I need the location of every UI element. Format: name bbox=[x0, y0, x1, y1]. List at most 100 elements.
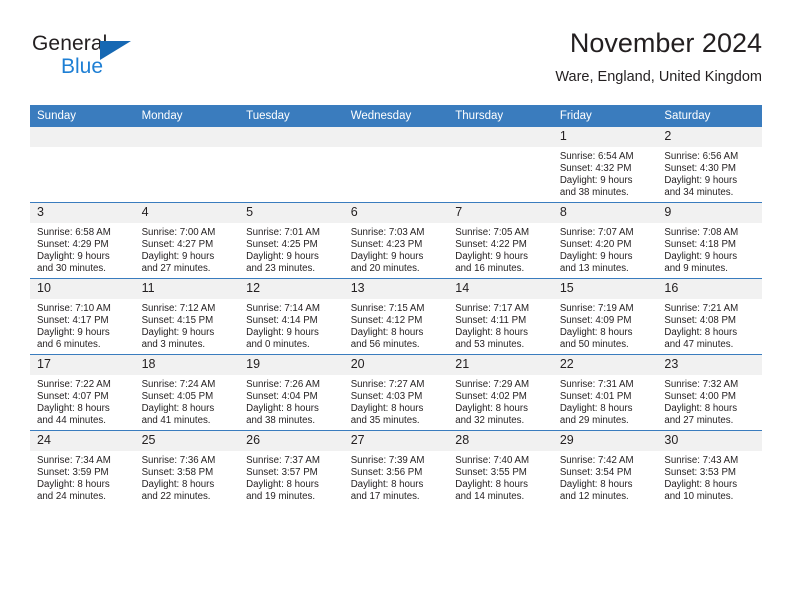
sunrise-text: Sunrise: 7:26 AM bbox=[246, 379, 320, 390]
calendar-day-cell[interactable]: 8 Sunrise: 7:07 AM Sunset: 4:20 PM Daylight… bbox=[552, 202, 658, 279]
calendar-day-cell[interactable]: 14 Sunrise: 7:17 AM Sunset: 4:11 PM Dayligh… bbox=[448, 278, 553, 355]
daylight-text-cont: and 53 minutes. bbox=[455, 338, 525, 350]
daylight-text-cont: and 29 minutes. bbox=[559, 414, 629, 426]
daylight-text-cont: and 24 minutes. bbox=[37, 490, 106, 502]
daylight-text: Daylight: 9 hours bbox=[350, 250, 424, 262]
day-details: Sunrise: 7:22 AM Sunset: 4:07 PM Daylight:… bbox=[30, 375, 135, 427]
daylight-text: Daylight: 8 hours bbox=[37, 402, 110, 414]
calendar-day-cell[interactable]: 10 Sunrise: 7:10 AM Sunset: 4:17 PM Dayligh… bbox=[30, 278, 135, 355]
calendar-day-cell[interactable]: 27 Sunrise: 7:39 AM Sunset: 3:56 PM Dayligh… bbox=[343, 430, 449, 506]
calendar-day-cell[interactable]: 3 Sunrise: 6:58 AM Sunset: 4:29 PM Daylight… bbox=[30, 202, 135, 279]
day-number: 7 bbox=[448, 203, 553, 223]
daylight-text: Daylight: 9 hours bbox=[141, 326, 215, 338]
day-details: Sunrise: 7:32 AM Sunset: 4:00 PM Daylight:… bbox=[657, 375, 762, 427]
calendar-cell-empty bbox=[134, 127, 240, 203]
calendar-week-row: 1 Sunrise: 6:54 AM Sunset: 4:32 PM Daylight… bbox=[30, 127, 762, 203]
day-number: 1 bbox=[552, 127, 658, 147]
calendar-day-cell[interactable]: 4 Sunrise: 7:00 AM Sunset: 4:27 PM Daylight… bbox=[134, 202, 240, 279]
calendar-week-row: 10 Sunrise: 7:10 AM Sunset: 4:17 PM Dayligh… bbox=[30, 278, 762, 355]
daylight-text-cont: and 9 minutes. bbox=[664, 262, 728, 274]
day-details bbox=[448, 147, 553, 151]
daylight-text-cont: and 35 minutes. bbox=[350, 414, 420, 426]
calendar-day-cell[interactable]: 6 Sunrise: 7:03 AM Sunset: 4:23 PM Daylight… bbox=[343, 202, 449, 279]
daylight-text-cont: and 38 minutes. bbox=[559, 186, 629, 198]
daylight-text: Daylight: 9 hours bbox=[246, 250, 319, 262]
sunset-text: Sunset: 4:32 PM bbox=[559, 162, 632, 174]
calendar-day-cell[interactable]: 2 Sunrise: 6:56 AM Sunset: 4:30 PM Daylight… bbox=[657, 127, 762, 203]
day-details: Sunrise: 7:26 AM Sunset: 4:04 PM Daylight:… bbox=[239, 375, 344, 427]
day-details: Sunrise: 7:34 AM Sunset: 3:59 PM Daylight:… bbox=[30, 451, 135, 503]
calendar-day-cell[interactable]: 22 Sunrise: 7:31 AM Sunset: 4:01 PM Dayligh… bbox=[552, 354, 658, 431]
day-number: 19 bbox=[239, 355, 344, 375]
daylight-text-cont: and 0 minutes. bbox=[246, 338, 310, 350]
daylight-text: Daylight: 8 hours bbox=[664, 326, 738, 338]
calendar-day-cell[interactable]: 19 Sunrise: 7:26 AM Sunset: 4:04 PM Dayligh… bbox=[239, 354, 344, 431]
daylight-text-cont: and 47 minutes. bbox=[664, 338, 734, 350]
calendar-day-cell[interactable]: 18 Sunrise: 7:24 AM Sunset: 4:05 PM Dayligh… bbox=[134, 354, 240, 431]
general-blue-logo[interactable]: General Blue bbox=[32, 32, 212, 88]
calendar-day-cell[interactable]: 24 Sunrise: 7:34 AM Sunset: 3:59 PM Dayligh… bbox=[30, 430, 135, 506]
day-number bbox=[343, 127, 449, 147]
day-details bbox=[239, 147, 344, 151]
sunrise-text: Sunrise: 7:07 AM bbox=[559, 227, 634, 238]
calendar-day-cell[interactable]: 23 Sunrise: 7:32 AM Sunset: 4:00 PM Dayligh… bbox=[657, 354, 762, 431]
calendar-day-cell[interactable]: 7 Sunrise: 7:05 AM Sunset: 4:22 PM Daylight… bbox=[448, 202, 553, 279]
day-number: 18 bbox=[134, 355, 240, 375]
daylight-text-cont: and 20 minutes. bbox=[350, 262, 420, 274]
sunset-text: Sunset: 4:00 PM bbox=[664, 390, 736, 402]
day-details bbox=[344, 147, 449, 151]
daylight-text-cont: and 50 minutes. bbox=[559, 338, 629, 350]
calendar-day-cell[interactable]: 11 Sunrise: 7:12 AM Sunset: 4:15 PM Dayligh… bbox=[134, 278, 240, 355]
calendar-day-cell[interactable]: 16 Sunrise: 7:21 AM Sunset: 4:08 PM Dayligh… bbox=[657, 278, 762, 355]
sunset-text: Sunset: 4:30 PM bbox=[664, 162, 736, 174]
calendar-day-cell[interactable]: 13 Sunrise: 7:15 AM Sunset: 4:12 PM Dayligh… bbox=[343, 278, 449, 355]
day-number: 6 bbox=[343, 203, 449, 223]
calendar-day-cell[interactable]: 26 Sunrise: 7:37 AM Sunset: 3:57 PM Dayligh… bbox=[239, 430, 344, 506]
calendar-cell-empty bbox=[448, 127, 553, 203]
sunset-text: Sunset: 3:54 PM bbox=[559, 466, 632, 478]
calendar-day-cell[interactable]: 21 Sunrise: 7:29 AM Sunset: 4:02 PM Dayligh… bbox=[448, 354, 553, 431]
calendar-day-cell[interactable]: 12 Sunrise: 7:14 AM Sunset: 4:14 PM Dayligh… bbox=[239, 278, 344, 355]
calendar-day-cell[interactable]: 29 Sunrise: 7:42 AM Sunset: 3:54 PM Dayligh… bbox=[552, 430, 658, 506]
calendar-day-cell[interactable]: 25 Sunrise: 7:36 AM Sunset: 3:58 PM Dayligh… bbox=[134, 430, 240, 506]
daylight-text: Daylight: 8 hours bbox=[559, 478, 633, 490]
sunrise-text: Sunrise: 7:17 AM bbox=[455, 303, 530, 314]
sunset-text: Sunset: 3:59 PM bbox=[37, 466, 109, 478]
calendar-day-cell[interactable]: 28 Sunrise: 7:40 AM Sunset: 3:55 PM Dayligh… bbox=[448, 430, 553, 506]
sunrise-text: Sunrise: 7:32 AM bbox=[664, 379, 739, 390]
daylight-text-cont: and 17 minutes. bbox=[350, 490, 420, 502]
calendar-head: Sunday Monday Tuesday Wednesday Thursday Frid… bbox=[30, 105, 762, 127]
sunset-text: Sunset: 4:04 PM bbox=[246, 390, 318, 402]
sunrise-text: Sunrise: 7:15 AM bbox=[350, 303, 425, 314]
calendar-day-cell[interactable]: 20 Sunrise: 7:27 AM Sunset: 4:03 PM Dayligh… bbox=[343, 354, 449, 431]
sunrise-text: Sunrise: 7:12 AM bbox=[141, 303, 216, 314]
calendar-day-cell[interactable]: 15 Sunrise: 7:19 AM Sunset: 4:09 PM Dayligh… bbox=[552, 278, 658, 355]
title-block: November 2024 Ware, England, United King… bbox=[555, 26, 762, 88]
daylight-text: Daylight: 8 hours bbox=[559, 326, 633, 338]
weekday-header-tuesday: Tuesday bbox=[239, 105, 344, 127]
calendar-day-cell[interactable]: 9 Sunrise: 7:08 AM Sunset: 4:18 PM Daylight… bbox=[657, 202, 762, 279]
day-details: Sunrise: 7:24 AM Sunset: 4:05 PM Daylight:… bbox=[135, 375, 240, 427]
calendar-day-cell[interactable]: 1 Sunrise: 6:54 AM Sunset: 4:32 PM Daylight… bbox=[552, 127, 658, 203]
daylight-text-cont: and 22 minutes. bbox=[141, 490, 211, 502]
calendar-day-cell[interactable]: 17 Sunrise: 7:22 AM Sunset: 4:07 PM Dayligh… bbox=[30, 354, 135, 431]
daylight-text-cont: and 41 minutes. bbox=[141, 414, 211, 426]
calendar-day-cell[interactable]: 30 Sunrise: 7:43 AM Sunset: 3:53 PM Dayligh… bbox=[657, 430, 762, 506]
logo-word-general: General bbox=[32, 32, 108, 55]
sunrise-text: Sunrise: 6:56 AM bbox=[664, 151, 739, 162]
daylight-text-cont: and 19 minutes. bbox=[246, 490, 316, 502]
day-details: Sunrise: 7:31 AM Sunset: 4:01 PM Daylight:… bbox=[553, 375, 658, 427]
sunset-text: Sunset: 4:23 PM bbox=[350, 238, 423, 250]
calendar-page: General Blue November 2024 Ware, England… bbox=[0, 0, 792, 612]
day-details: Sunrise: 7:37 AM Sunset: 3:57 PM Daylight:… bbox=[239, 451, 344, 503]
weekday-header-row: Sunday Monday Tuesday Wednesday Thursday Frid… bbox=[30, 105, 762, 127]
calendar-week-row: 24 Sunrise: 7:34 AM Sunset: 3:59 PM Dayligh… bbox=[30, 430, 762, 506]
daylight-text-cont: and 10 minutes. bbox=[664, 490, 734, 502]
day-number: 17 bbox=[30, 355, 135, 375]
day-details: Sunrise: 7:40 AM Sunset: 3:55 PM Daylight:… bbox=[448, 451, 553, 503]
sunrise-text: Sunrise: 6:54 AM bbox=[559, 151, 634, 162]
sunset-text: Sunset: 3:53 PM bbox=[664, 466, 736, 478]
daylight-text: Daylight: 8 hours bbox=[559, 402, 633, 414]
calendar-day-cell[interactable]: 5 Sunrise: 7:01 AM Sunset: 4:25 PM Daylight… bbox=[239, 202, 344, 279]
sunset-text: Sunset: 4:01 PM bbox=[559, 390, 632, 402]
